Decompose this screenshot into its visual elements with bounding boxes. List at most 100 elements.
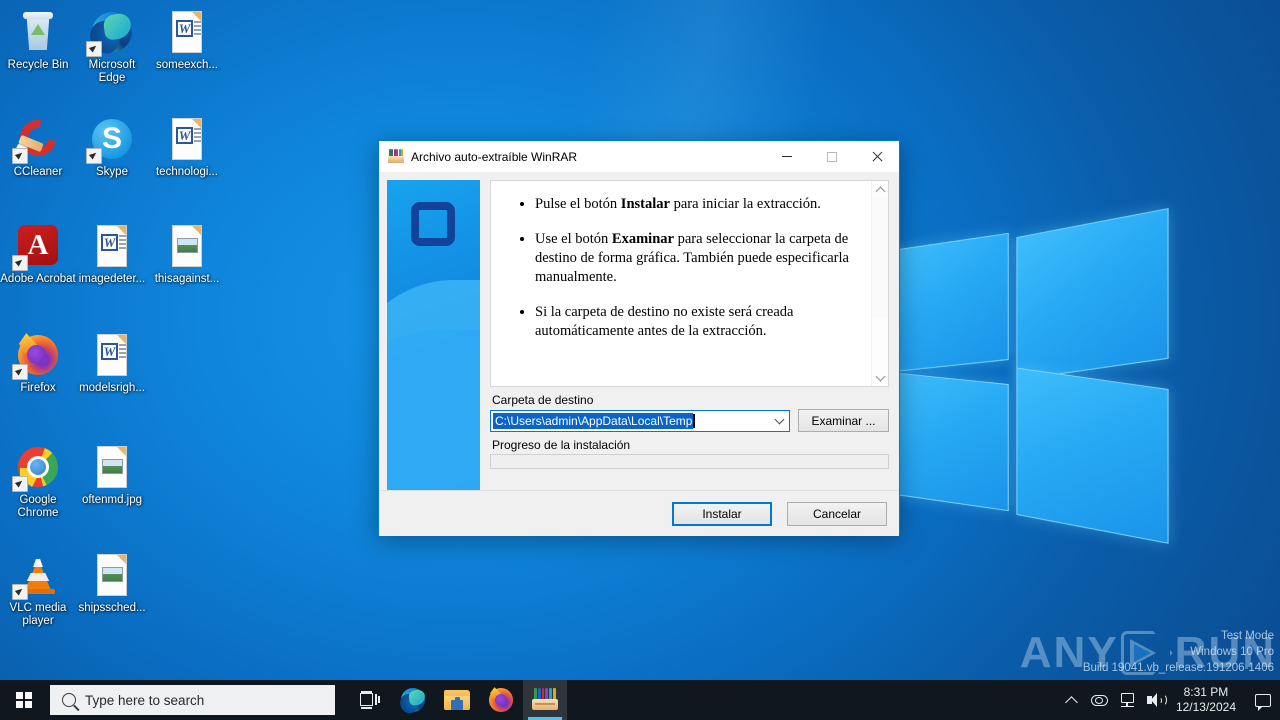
scroll-up-icon[interactable] (872, 181, 888, 198)
firefox-icon (12, 331, 62, 380)
search-placeholder: Type here to search (85, 692, 205, 708)
network-tray-icon[interactable] (1114, 680, 1142, 720)
desktop-icon-label: thisagainst... (154, 273, 220, 285)
desktop-icon-label: Skype (96, 166, 128, 178)
cancel-button[interactable]: Cancelar (787, 501, 887, 526)
edge-icon (398, 686, 427, 715)
clock[interactable]: 8:31 PM 12/13/2024 (1170, 685, 1246, 715)
test-mode-line: Test Mode (1220, 630, 1274, 642)
dialog-title: Archivo auto-extraíble WinRAR (411, 149, 578, 164)
taskbar-edge-button[interactable] (391, 680, 435, 720)
dialog-body: Pulse el botón Instalar para iniciar la … (379, 172, 899, 490)
desktop-icon-firefox[interactable]: Firefox (0, 331, 76, 395)
taskbar-firefox-button[interactable] (479, 680, 523, 720)
volume-tray-icon[interactable] (1142, 680, 1170, 720)
install-button[interactable]: Instalar (672, 501, 772, 526)
desktop-icon-microsoft-edge[interactable]: Microsoft Edge (74, 8, 150, 85)
image-file-icon (163, 222, 211, 270)
chevron-up-icon (1065, 695, 1079, 709)
instructions-scrollbar[interactable] (871, 181, 888, 386)
test-mode-watermark: Test Mode Windows 10 Pro Build 19041.vb_… (1083, 628, 1274, 676)
dialog-right-column: Pulse el botón Instalar para iniciar la … (490, 180, 889, 490)
destination-folder-label: Carpeta de destino (492, 393, 594, 407)
desktop-icon-ccleaner[interactable]: CCleaner (0, 112, 76, 179)
windows-start-icon (15, 691, 33, 709)
desktop-icon-technologi[interactable]: W technologi... (149, 115, 225, 179)
desktop-icon-label: imagedeter... (78, 273, 146, 285)
windows-build-line: Build 19041.vb_release.191206-1406 (1082, 662, 1274, 674)
instruction-bullet-1: Pulse el botón Instalar para iniciar la … (535, 195, 859, 214)
desktop-icon-label: Firefox (20, 382, 56, 394)
shortcut-arrow-icon (86, 148, 102, 164)
desktop-icon-someexch[interactable]: W someexch... (149, 8, 225, 72)
desktop-icon-label: Recycle Bin (7, 59, 69, 71)
firefox-icon (487, 686, 515, 714)
start-button[interactable] (0, 680, 48, 720)
browse-button[interactable]: Examinar ... (798, 409, 889, 432)
anyrun-brand-any: ANY (1019, 628, 1119, 677)
desktop-icon-label: Microsoft Edge (88, 59, 136, 84)
shortcut-arrow-icon (12, 148, 28, 164)
desktop-icon-skype[interactable]: S Skype (74, 115, 150, 179)
notifications-button[interactable] (1246, 680, 1280, 720)
anyrun-brand-run: RUN (1174, 628, 1276, 677)
notification-bubble-icon (1255, 693, 1271, 711)
destination-folder-row: C:\Users\admin\AppData\Local\Temp Examin… (490, 409, 889, 432)
word-document-icon: W (163, 115, 211, 163)
taskbar[interactable]: Type here to search 8:31 PM 12/13/2024 (0, 680, 1280, 720)
dialog-footer: Instalar Cancelar (379, 490, 899, 536)
taskbar-file-explorer-button[interactable] (435, 680, 479, 720)
desktop-icon-label: shipssched... (78, 602, 146, 614)
desktop-icon-recycle-bin[interactable]: Recycle Bin (0, 8, 76, 72)
maximize-button[interactable] (809, 141, 854, 172)
vlc-icon (12, 551, 62, 600)
onedrive-tray-icon[interactable] (1086, 680, 1114, 720)
search-input[interactable]: Type here to search (50, 685, 335, 715)
desktop-icon-modelsrigh[interactable]: W modelsrigh... (74, 331, 150, 395)
task-view-icon (359, 691, 380, 709)
desktop-icon-label: technologi... (155, 166, 218, 178)
destination-folder-input[interactable]: C:\Users\admin\AppData\Local\Temp (490, 409, 790, 432)
desktop-icon-label: Google Chrome (17, 494, 59, 519)
desktop-icon-label: modelsrigh... (79, 382, 145, 394)
desktop-icon-vlc-media-player[interactable]: VLC media player (0, 551, 76, 628)
chevron-down-icon[interactable] (769, 411, 789, 431)
desktop-icon-label: VLC media player (9, 602, 67, 627)
desktop-icon-label: oftenmd.jpg (81, 494, 143, 506)
desktop-icon-google-chrome[interactable]: Google Chrome (0, 443, 76, 520)
shortcut-arrow-icon (12, 476, 28, 492)
desktop-icon-oftenmd-jpg[interactable]: oftenmd.jpg (74, 443, 150, 507)
winrar-sfx-dialog[interactable]: Archivo auto-extraíble WinRAR Pulse el b… (378, 140, 900, 536)
desktop-icon-thisagainst[interactable]: thisagainst... (149, 222, 225, 286)
minimize-button[interactable] (764, 141, 809, 172)
skype-icon: S (86, 115, 136, 164)
scrollbar-thumb[interactable] (872, 198, 888, 318)
desktop-icon-label: Adobe Acrobat (0, 273, 76, 285)
desktop-icon-label: someexch... (156, 59, 218, 71)
winrar-icon (532, 688, 558, 712)
image-file-icon (88, 443, 136, 491)
desktop-icon-shipssched[interactable]: shipssched... (74, 551, 150, 615)
taskbar-winrar-button[interactable] (523, 680, 567, 720)
clock-date: 12/13/2024 (1175, 700, 1236, 714)
scroll-down-icon[interactable] (872, 369, 888, 386)
rounded-square-logo-icon (411, 202, 455, 246)
desktop[interactable]: Recycle Bin Microsoft Edge W someexch...… (0, 0, 1280, 720)
system-tray: 8:31 PM 12/13/2024 (1058, 680, 1280, 720)
close-button[interactable] (854, 141, 899, 172)
image-file-icon (88, 551, 136, 599)
file-explorer-icon (444, 689, 470, 711)
windows-logo-wallpaper (890, 208, 1184, 544)
installation-progress-label: Progreso de la instalación (492, 438, 631, 452)
dialog-title-bar[interactable]: Archivo auto-extraíble WinRAR (379, 141, 899, 172)
destination-folder-value: C:\Users\admin\AppData\Local\Temp (493, 412, 694, 429)
word-document-icon: W (163, 8, 211, 56)
instruction-bullet-3: Si la carpeta de destino no existe será … (535, 303, 859, 341)
taskbar-task-view-button[interactable] (347, 680, 391, 720)
windows-edition-line: Windows 10 Pro (1190, 646, 1274, 658)
shortcut-arrow-icon (12, 584, 28, 600)
desktop-icon-adobe-acrobat[interactable]: A Adobe Acrobat (0, 222, 76, 286)
show-hidden-icons-button[interactable] (1058, 680, 1086, 720)
desktop-icon-imagedeter[interactable]: W imagedeter... (74, 222, 150, 286)
shortcut-arrow-icon (86, 41, 102, 57)
